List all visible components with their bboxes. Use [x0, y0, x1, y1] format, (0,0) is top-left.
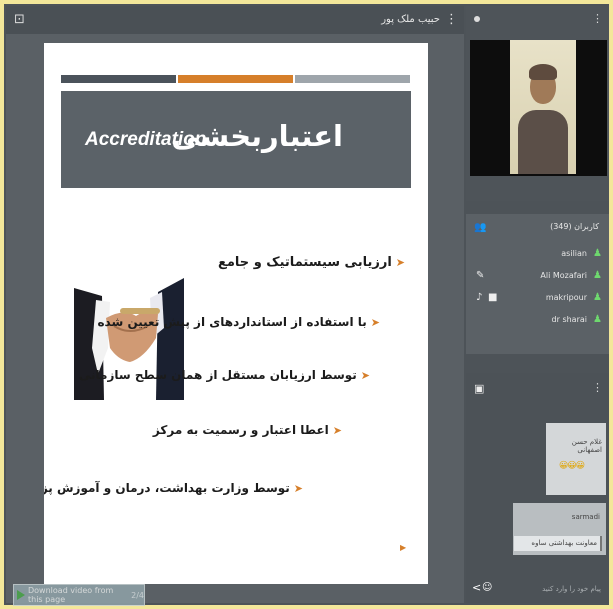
app-window: ⊡ حبیب ملک پور ⋮ Accreditation اعتباربخش…	[4, 4, 609, 606]
user-name: makripour	[545, 293, 587, 302]
slide-bullet-3: ➤توسط ارزیابان مستقل از همان سطح سازمانی	[78, 368, 370, 382]
slide-decoration-mark: ▶	[400, 543, 407, 552]
user-list-item[interactable]: ♟ asilian	[466, 244, 609, 266]
slide-bullet-5: ➤توسط وزارت بهداشت، درمان و آموزش پزشکی	[44, 481, 303, 495]
slide-bar-light	[295, 75, 410, 83]
chat-text: 😀😀😀	[558, 461, 585, 471]
user-online-icon: ♟	[593, 270, 602, 281]
chat-message: sarmadi معاونت بهداشتی ساوه	[513, 503, 606, 555]
chat-message: غلام حسن اصفهانی 😀😀😀	[546, 423, 606, 495]
slide-bullet-4: ➤اعطا اعتبار و رسمیت به مرکز	[152, 423, 342, 437]
user-list-item[interactable]: ♟ dr sharai	[466, 310, 609, 332]
send-icon[interactable]: <	[472, 581, 481, 594]
chat-placeholder: پیام خود را وارد کنید	[542, 585, 601, 593]
user-list-item[interactable]: ✎ ♟ Ali Mozafari	[466, 266, 609, 288]
camera-icon: ■	[488, 292, 498, 303]
users-icon: 👥	[474, 222, 487, 233]
download-label: Download video from this page	[28, 586, 114, 604]
webcam-video	[510, 40, 576, 174]
play-icon	[17, 590, 25, 600]
download-ratio: 2/4	[131, 590, 144, 600]
right-sidebar: ⋮ 👥 کاربران (349) ♟ asilian ✎ ♟ Ali Moza…	[466, 6, 609, 603]
record-dot-icon	[474, 16, 480, 22]
presenter-name: حبیب ملک پور	[381, 14, 440, 25]
presentation-header: ⊡ حبیب ملک پور ⋮	[6, 6, 464, 34]
microphone-icon: ♪	[476, 292, 483, 303]
user-name: asilian	[561, 249, 587, 258]
slide-bar-orange	[178, 75, 293, 83]
user-list: ♟ asilian ✎ ♟ Ali Mozafari ♪ ■ ♟ makripo…	[466, 244, 609, 332]
webcam-panel: ⋮	[466, 6, 609, 201]
download-video-button[interactable]: Download video from this page 2/4	[13, 584, 145, 606]
user-online-icon: ♟	[593, 292, 602, 303]
users-panel: 👥 کاربران (349) ♟ asilian ✎ ♟ Ali Mozafa…	[466, 214, 609, 354]
more-options-icon[interactable]: ⋮	[445, 12, 458, 27]
chat-icon: ▣	[474, 382, 485, 395]
chat-input[interactable]: < ☺ پیام خود را وارد کنید	[466, 576, 609, 601]
user-name: Ali Mozafari	[540, 271, 587, 280]
slide-title-banner: Accreditation اعتباربخشی	[61, 91, 411, 188]
webcam-frame	[470, 40, 607, 176]
chat-sender: غلام حسن اصفهانی	[571, 438, 602, 454]
slide: Accreditation اعتباربخشی ➤ارزیابی سیستما…	[44, 43, 428, 584]
microphone-icon: ✎	[476, 270, 485, 281]
chat-options-icon[interactable]: ⋮	[592, 381, 603, 394]
chat-sender: sarmadi	[571, 513, 600, 521]
chat-text: معاونت بهداشتی ساوه	[514, 536, 602, 551]
user-online-icon: ♟	[593, 314, 602, 325]
webcam-options-icon[interactable]: ⋮	[592, 12, 603, 25]
user-online-icon: ♟	[593, 248, 602, 259]
emoji-icon[interactable]: ☺	[482, 582, 492, 593]
slide-bar-dark	[61, 75, 176, 83]
slide-title-persian: اعتباربخشی	[171, 119, 343, 153]
presentation-pane: ⊡ حبیب ملک پور ⋮ Accreditation اعتباربخش…	[6, 6, 464, 606]
slide-bullet-2: ➤با استفاده از استانداردهای از پیش تعیین…	[97, 315, 380, 329]
user-name: dr sharai	[551, 315, 587, 324]
user-list-item[interactable]: ♪ ■ ♟ makripour	[466, 288, 609, 310]
slide-bullet-1: ➤ارزیابی سیستماتیک و جامع	[218, 255, 405, 270]
chat-panel: ▣ ⋮ غلام حسن اصفهانی 😀😀😀 sarmadi معاونت …	[466, 373, 609, 603]
users-title: کاربران (349)	[550, 222, 599, 231]
users-header: 👥 کاربران (349)	[466, 214, 609, 240]
menu-icon[interactable]: ⊡	[14, 12, 25, 27]
